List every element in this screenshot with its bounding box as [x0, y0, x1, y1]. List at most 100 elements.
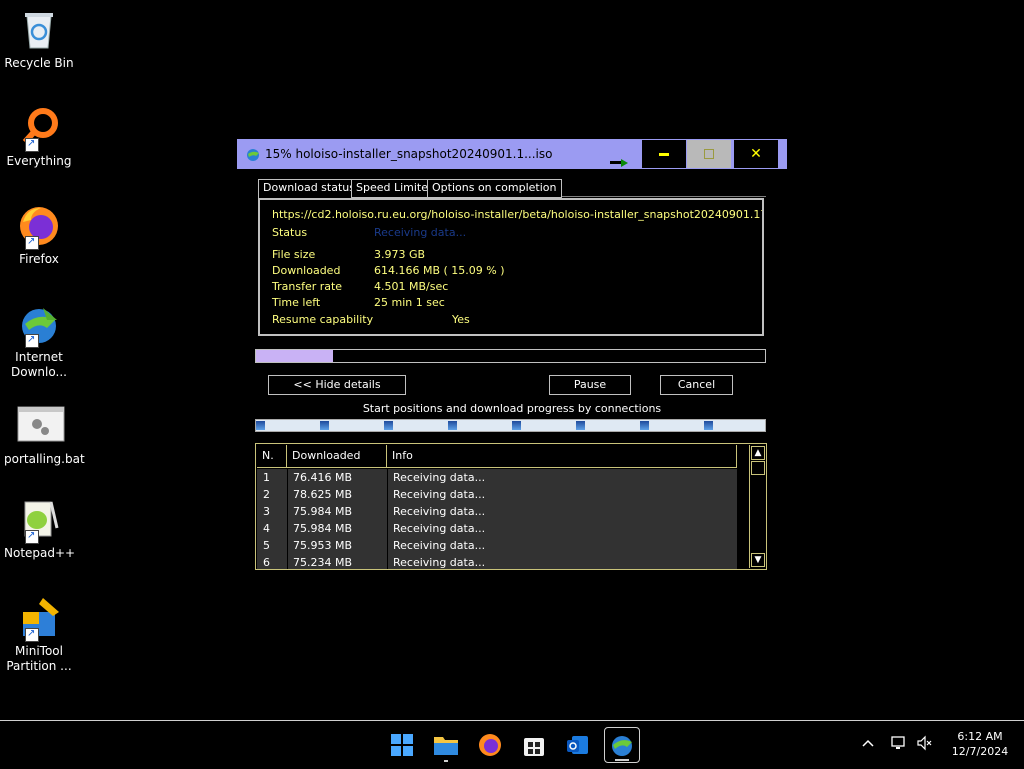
cell-number: 5 — [263, 539, 270, 552]
recycle-bin-icon — [17, 8, 61, 52]
connection-segment — [576, 421, 585, 430]
arrow-icon — [610, 152, 628, 167]
download-progress-bar — [255, 349, 766, 363]
connections-table: N. Downloaded Info 1 76.416 MB Receiving… — [255, 443, 767, 570]
desktop-icon-label: Internet Downlo... — [11, 350, 67, 379]
clock-date: 12/7/2024 — [951, 745, 1009, 758]
cell-info: Receiving data... — [393, 471, 486, 484]
table-row[interactable]: 2 78.625 MB Receiving data... — [257, 486, 737, 503]
connection-segment — [640, 421, 649, 430]
clock-time: 6:12 AM — [957, 730, 1003, 743]
taskbar-store[interactable] — [516, 727, 552, 763]
everything-search-icon — [17, 106, 61, 152]
column-header-number[interactable]: N. — [257, 445, 287, 467]
table-row[interactable]: 5 75.953 MB Receiving data... — [257, 537, 737, 554]
window-title-bar[interactable]: 15% holoiso-installer_snapshot20240901.1… — [237, 139, 787, 169]
minitool-partition-icon — [17, 596, 61, 642]
connection-segment — [256, 421, 265, 430]
file-size-value: 3.973 GB — [374, 248, 426, 261]
notepad-plus-plus-icon — [17, 498, 61, 544]
desktop-icon-label: Firefox — [19, 252, 59, 266]
table-row[interactable]: 3 75.984 MB Receiving data... — [257, 503, 737, 520]
desktop-icon-portalling-bat[interactable]: portalling.bat — [4, 404, 85, 467]
cell-number: 3 — [263, 505, 270, 518]
desktop-icon-recycle-bin[interactable]: Recycle Bin — [4, 8, 74, 71]
cell-downloaded: 78.625 MB — [293, 488, 353, 501]
connections-progress-bar — [255, 419, 766, 432]
outlook-icon — [567, 736, 588, 754]
cell-number: 6 — [263, 556, 270, 569]
desktop-icon-label: portalling.bat — [4, 452, 85, 466]
desktop-icon-firefox[interactable]: Firefox — [4, 204, 74, 267]
desktop-icon-label: Notepad++ — [4, 546, 76, 560]
desktop-icon-internet-download-manager[interactable]: Internet Downlo... — [4, 302, 74, 380]
desktop-icon-label: Everything — [6, 154, 72, 168]
close-button[interactable]: ✕ — [734, 140, 778, 168]
network-icon[interactable] — [890, 735, 908, 754]
maximize-button[interactable] — [687, 140, 731, 168]
shortcut-arrow-icon — [25, 136, 39, 152]
taskbar-clock[interactable]: 6:12 AM 12/7/2024 — [940, 729, 1020, 759]
show-hidden-icons-chevron-icon[interactable] — [860, 735, 876, 754]
download-info-panel: https://cd2.holoiso.ru.eu.org/holoiso-in… — [258, 198, 764, 336]
column-header-downloaded[interactable]: Downloaded — [287, 445, 387, 467]
transfer-rate-label: Transfer rate — [272, 280, 343, 293]
connections-label: Start positions and download progress by… — [362, 402, 662, 415]
table-row[interactable]: 4 75.984 MB Receiving data... — [257, 520, 737, 537]
download-progress-fill — [256, 350, 333, 362]
connection-segment — [704, 421, 713, 430]
cell-downloaded: 75.984 MB — [293, 505, 353, 518]
table-body: 1 76.416 MB Receiving data... 2 78.625 M… — [257, 469, 737, 569]
table-scrollbar[interactable]: ▲ ▼ — [749, 445, 766, 568]
tab-options-on-completion[interactable]: Options on completion — [427, 179, 562, 198]
time-left-label: Time left — [272, 296, 321, 309]
scroll-thumb[interactable] — [751, 461, 765, 475]
start-icon — [391, 734, 413, 756]
transfer-rate-value: 4.501 MB/sec — [374, 280, 449, 293]
taskbar-file-explorer[interactable] — [428, 727, 464, 763]
taskbar-internet-download-manager[interactable] — [604, 727, 640, 763]
firefox-icon — [479, 734, 501, 756]
desktop-icon-label: MiniTool Partition ... — [6, 644, 72, 673]
tab-speed-limiter[interactable]: Speed Limiter — [351, 179, 438, 198]
taskbar-firefox[interactable] — [472, 727, 508, 763]
taskbar-outlook[interactable] — [560, 727, 596, 763]
resume-capability-value: Yes — [452, 313, 470, 326]
downloaded-label: Downloaded — [272, 264, 341, 277]
download-url: https://cd2.holoiso.ru.eu.org/holoiso-in… — [272, 208, 762, 221]
minimize-button[interactable] — [642, 140, 686, 168]
status-value: Receiving data... — [374, 226, 467, 239]
table-row[interactable]: 6 75.234 MB Receiving data... — [257, 554, 737, 569]
table-header: N. Downloaded Info — [257, 445, 737, 468]
download-window: 15% holoiso-installer_snapshot20240901.1… — [237, 139, 787, 579]
desktop-icon-everything[interactable]: Everything — [4, 106, 74, 169]
desktop-icon-notepad-plus-plus[interactable]: Notepad++ — [4, 498, 76, 561]
start-button[interactable] — [384, 727, 420, 763]
desktop-icon-minitool-partition[interactable]: MiniTool Partition ... — [4, 596, 74, 674]
cell-info: Receiving data... — [393, 539, 486, 552]
internet-download-manager-icon — [17, 302, 61, 348]
connection-segment — [448, 421, 457, 430]
hide-details-button[interactable]: << Hide details — [268, 375, 406, 395]
connection-segment — [512, 421, 521, 430]
cancel-button[interactable]: Cancel — [660, 375, 733, 395]
batch-file-icon — [17, 404, 65, 448]
shortcut-arrow-icon — [25, 626, 39, 642]
tab-download-status[interactable]: Download status — [258, 179, 360, 199]
shortcut-arrow-icon — [25, 528, 39, 544]
desktop-icon-label: Recycle Bin — [4, 56, 74, 70]
downloaded-value: 614.166 MB ( 15.09 % ) — [374, 264, 505, 277]
internet-download-manager-icon — [245, 146, 261, 162]
scroll-up-icon[interactable]: ▲ — [751, 446, 765, 460]
shortcut-arrow-icon — [25, 234, 39, 250]
cell-info: Receiving data... — [393, 488, 486, 501]
volume-muted-icon[interactable] — [916, 735, 934, 754]
column-header-info[interactable]: Info — [387, 445, 737, 467]
time-left-value: 25 min 1 sec — [374, 296, 445, 309]
shortcut-arrow-icon — [25, 332, 39, 348]
scroll-down-icon[interactable]: ▼ — [751, 553, 765, 567]
resume-capability-label: Resume capability — [272, 313, 374, 326]
cell-number: 4 — [263, 522, 270, 535]
pause-button[interactable]: Pause — [549, 375, 631, 395]
table-row[interactable]: 1 76.416 MB Receiving data... — [257, 469, 737, 486]
